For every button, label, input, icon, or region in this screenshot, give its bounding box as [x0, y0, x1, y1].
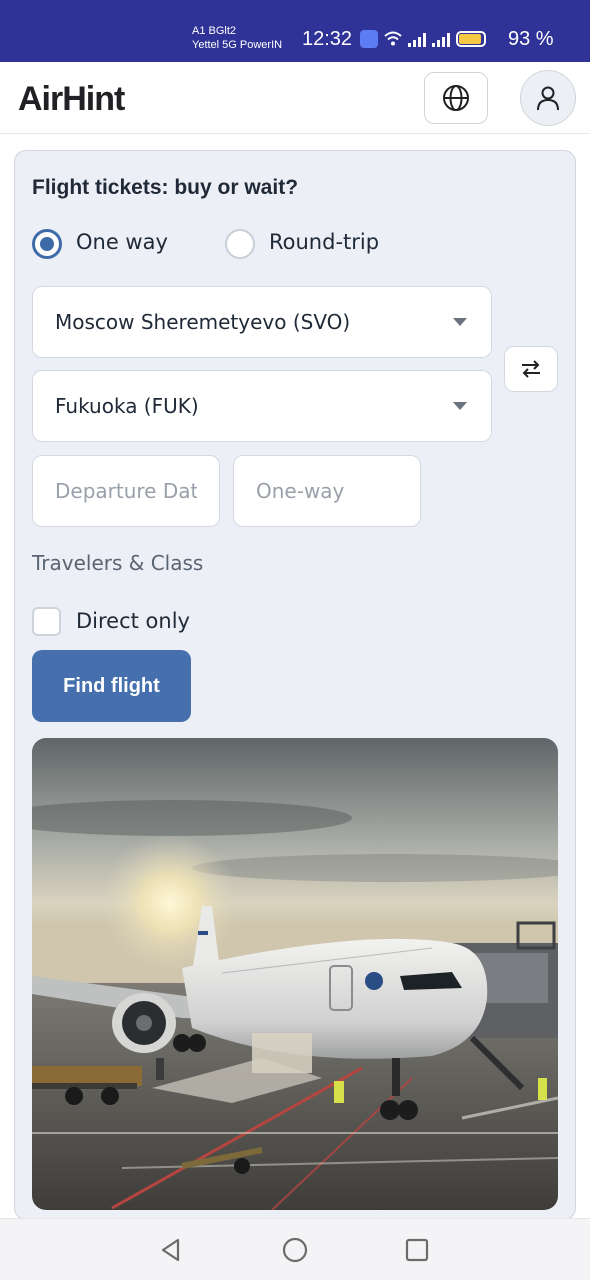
one-way-radio[interactable] [32, 229, 62, 259]
language-button[interactable] [424, 72, 488, 124]
chevron-down-icon [453, 402, 467, 410]
home-circle-icon[interactable] [281, 1236, 309, 1264]
travelers-class-selector[interactable]: Travelers & Class [32, 551, 203, 575]
one-way-label[interactable]: One way [76, 230, 168, 254]
signal-icon [432, 31, 450, 47]
recents-square-icon[interactable] [404, 1237, 430, 1263]
round-trip-radio[interactable] [225, 229, 255, 259]
battery-percent: 93 % [508, 28, 554, 50]
carrier-line-1: A1 BGlt2 [192, 25, 237, 37]
carrier-line-2: Yettel 5G PowerIN [192, 39, 283, 51]
globe-icon [443, 85, 469, 111]
account-button[interactable] [520, 70, 576, 126]
user-icon [537, 86, 559, 111]
airplane-photo [32, 738, 558, 1210]
swap-arrows-icon [522, 360, 540, 378]
app-notification-icon [360, 30, 378, 48]
return-date-input[interactable] [233, 455, 421, 527]
signal-icon [408, 31, 426, 47]
form-title: Flight tickets: buy or wait? [32, 176, 299, 199]
destination-select[interactable]: Fukuoka (FUK) [32, 370, 492, 442]
destination-value: Fukuoka (FUK) [55, 394, 199, 418]
battery-icon [456, 31, 486, 47]
round-trip-label[interactable]: Round-trip [269, 230, 379, 254]
direct-only-label[interactable]: Direct only [76, 609, 190, 633]
departure-date-input[interactable] [32, 455, 220, 527]
swap-airports-button[interactable] [504, 346, 558, 392]
system-navigation-bar [0, 1218, 590, 1280]
back-triangle-icon[interactable] [158, 1237, 184, 1263]
find-flight-button[interactable]: Find flight [32, 650, 191, 722]
direct-only-checkbox[interactable] [32, 607, 61, 636]
status-icons [360, 30, 486, 48]
origin-select[interactable]: Moscow Sheremetyevo (SVO) [32, 286, 492, 358]
wifi-icon [384, 31, 402, 46]
origin-value: Moscow Sheremetyevo (SVO) [55, 310, 351, 334]
app-header: AirHint [0, 62, 590, 134]
logo[interactable]: AirHint [18, 80, 125, 119]
chevron-down-icon [453, 318, 467, 326]
status-bar: A1 BGlt2 Yettel 5G PowerIN 12:32 93 % [0, 0, 590, 62]
carrier-info: A1 BGlt2 Yettel 5G PowerIN [192, 24, 282, 52]
clock: 12:32 [302, 28, 353, 50]
